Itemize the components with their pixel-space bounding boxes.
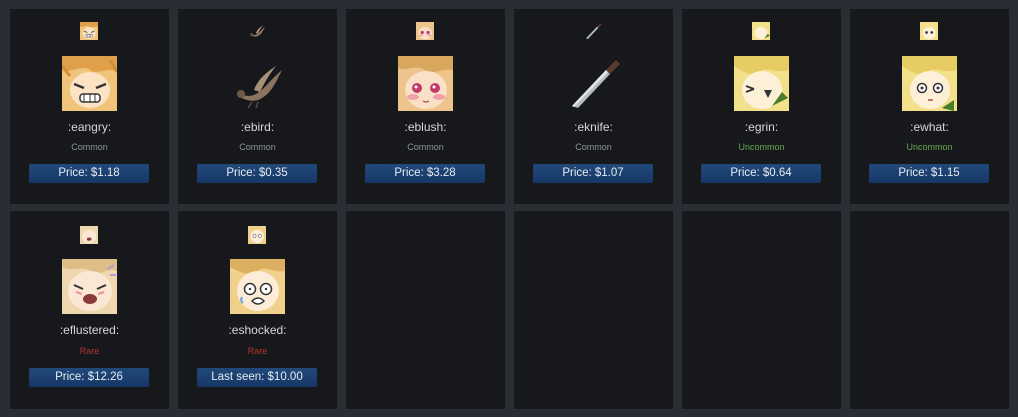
item-name: :eknife: xyxy=(574,120,613,134)
item-card-ewhat[interactable]: :ewhat: Uncommon Price: $1.15 xyxy=(850,9,1009,204)
eshocked-emoticon-icon xyxy=(248,226,266,244)
item-name: :egrin: xyxy=(744,120,779,134)
egrin-emoticon-icon xyxy=(752,22,770,40)
item-name: :ewhat: xyxy=(910,120,949,134)
emoticon-grid: :eangry: Common Price: $1.18 :ebird: Com… xyxy=(10,9,1009,409)
item-card-egrin[interactable]: :egrin: Uncommon Price: $0.64 xyxy=(682,9,841,204)
eangry-emoticon-icon xyxy=(80,22,98,40)
item-rarity: Rare xyxy=(79,346,100,356)
item-rarity: Uncommon xyxy=(738,142,785,152)
bird-icon xyxy=(230,56,285,111)
ewhat-emoticon-icon xyxy=(920,22,938,40)
eflustered-emoticon-icon xyxy=(80,226,98,244)
item-card-eshocked[interactable]: :eshocked: Rare Last seen: $10.00 xyxy=(178,211,337,409)
last-seen-button[interactable]: Last seen: $10.00 xyxy=(197,368,317,387)
eflustered-emoticon-icon xyxy=(62,259,117,314)
ewhat-emoticon-icon xyxy=(902,56,957,111)
item-rarity: Uncommon xyxy=(906,142,953,152)
item-rarity: Common xyxy=(239,142,276,152)
price-button[interactable]: Price: $0.35 xyxy=(197,164,317,183)
item-rarity: Common xyxy=(71,142,108,152)
item-card-eangry[interactable]: :eangry: Common Price: $1.18 xyxy=(10,9,169,204)
empty-card xyxy=(346,211,505,409)
item-card-ebird[interactable]: :ebird: Common Price: $0.35 xyxy=(178,9,337,204)
egrin-emoticon-icon xyxy=(734,56,789,111)
item-name: :eflustered: xyxy=(59,323,120,337)
empty-card xyxy=(514,211,673,409)
item-name: :eangry: xyxy=(67,120,112,134)
knife-icon xyxy=(566,56,621,111)
item-card-eblush[interactable]: :eblush: Common Price: $3.28 xyxy=(346,9,505,204)
item-rarity: Rare xyxy=(247,346,268,356)
price-button[interactable]: Price: $1.07 xyxy=(533,164,653,183)
item-name: :eshocked: xyxy=(228,323,287,337)
price-button[interactable]: Price: $12.26 xyxy=(29,368,149,387)
eblush-emoticon-icon xyxy=(398,56,453,111)
price-button[interactable]: Price: $3.28 xyxy=(365,164,485,183)
eshocked-emoticon-icon xyxy=(230,259,285,314)
item-rarity: Common xyxy=(407,142,444,152)
item-card-eknife[interactable]: :eknife: Common Price: $1.07 xyxy=(514,9,673,204)
eangry-emoticon-icon xyxy=(62,56,117,111)
bird-icon xyxy=(248,22,266,40)
empty-card xyxy=(850,211,1009,409)
item-name: :ebird: xyxy=(240,120,275,134)
item-card-eflustered[interactable]: :eflustered: Rare Price: $12.26 xyxy=(10,211,169,409)
price-button[interactable]: Price: $1.15 xyxy=(869,164,989,183)
eblush-emoticon-icon xyxy=(416,22,434,40)
price-button[interactable]: Price: $0.64 xyxy=(701,164,821,183)
item-name: :eblush: xyxy=(404,120,447,134)
item-rarity: Common xyxy=(575,142,612,152)
price-button[interactable]: Price: $1.18 xyxy=(29,164,149,183)
empty-card xyxy=(682,211,841,409)
knife-icon xyxy=(584,22,602,40)
